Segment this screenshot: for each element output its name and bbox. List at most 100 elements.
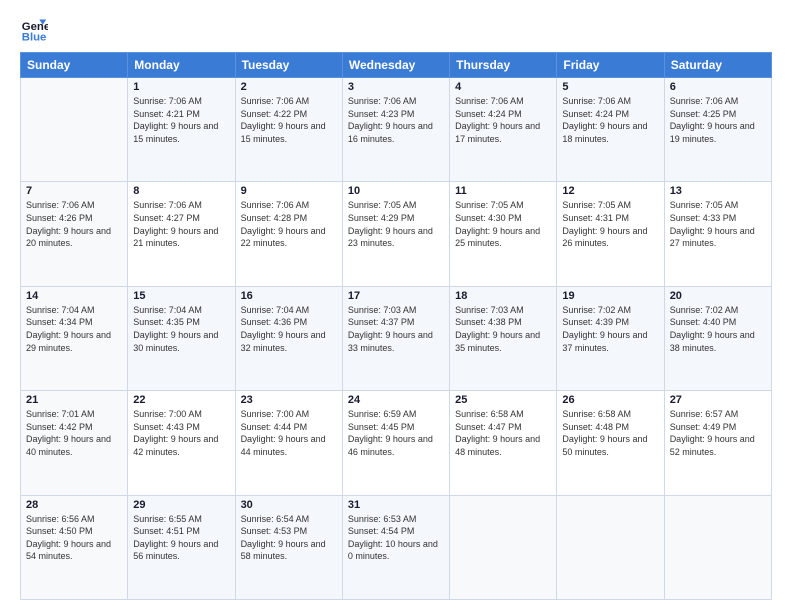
day-number: 20 bbox=[670, 290, 766, 302]
calendar-cell: 13 Sunrise: 7:05 AMSunset: 4:33 PMDayligh… bbox=[664, 182, 771, 286]
calendar-page: General Blue SundayMondayTuesdayWednesda… bbox=[0, 0, 792, 612]
day-number: 8 bbox=[133, 185, 229, 197]
calendar-cell: 14 Sunrise: 7:04 AMSunset: 4:34 PMDayligh… bbox=[21, 286, 128, 390]
calendar-cell bbox=[664, 495, 771, 599]
weekday-header-thursday: Thursday bbox=[450, 53, 557, 78]
day-number: 31 bbox=[348, 499, 444, 511]
calendar-cell: 20Sunrise: 7:02 AMSunset: 4:40 PMDayligh… bbox=[664, 286, 771, 390]
weekday-header-wednesday: Wednesday bbox=[342, 53, 449, 78]
day-number: 7 bbox=[26, 185, 122, 197]
calendar-cell: 8 Sunrise: 7:06 AMSunset: 4:27 PMDaylight… bbox=[128, 182, 235, 286]
day-number: 26 bbox=[562, 394, 658, 406]
day-info: Sunrise: 6:59 AMSunset: 4:45 PMDaylight:… bbox=[348, 408, 444, 458]
calendar-cell: 6Sunrise: 7:06 AMSunset: 4:25 PMDaylight… bbox=[664, 78, 771, 182]
day-info: Sunrise: 6:55 AMSunset: 4:51 PMDaylight:… bbox=[133, 513, 229, 563]
day-number: 9 bbox=[241, 185, 337, 197]
day-info: Sunrise: 7:05 AMSunset: 4:33 PMDaylight:… bbox=[670, 199, 766, 249]
calendar-cell bbox=[450, 495, 557, 599]
calendar-cell: 26 Sunrise: 6:58 AMSunset: 4:48 PMDayligh… bbox=[557, 391, 664, 495]
calendar-cell: 31 Sunrise: 6:53 AMSunset: 4:54 PMDayligh… bbox=[342, 495, 449, 599]
day-number: 23 bbox=[241, 394, 337, 406]
day-info: Sunrise: 7:00 AMSunset: 4:44 PMDaylight:… bbox=[241, 408, 337, 458]
week-row-1: 1Sunrise: 7:06 AMSunset: 4:21 PMDaylight… bbox=[21, 78, 772, 182]
day-info: Sunrise: 6:53 AMSunset: 4:54 PMDaylight:… bbox=[348, 513, 444, 563]
day-info: Sunrise: 7:06 AMSunset: 4:26 PMDaylight:… bbox=[26, 199, 122, 249]
day-number: 12 bbox=[562, 185, 658, 197]
day-number: 24 bbox=[348, 394, 444, 406]
weekday-header-sunday: Sunday bbox=[21, 53, 128, 78]
day-info: Sunrise: 7:05 AMSunset: 4:29 PMDaylight:… bbox=[348, 199, 444, 249]
day-info: Sunrise: 7:06 AMSunset: 4:24 PMDaylight:… bbox=[562, 95, 658, 145]
day-info: Sunrise: 6:54 AMSunset: 4:53 PMDaylight:… bbox=[241, 513, 337, 563]
day-number: 16 bbox=[241, 290, 337, 302]
logo: General Blue bbox=[20, 16, 52, 44]
day-info: Sunrise: 7:04 AMSunset: 4:36 PMDaylight:… bbox=[241, 304, 337, 354]
week-row-4: 21 Sunrise: 7:01 AMSunset: 4:42 PMDayligh… bbox=[21, 391, 772, 495]
weekday-header-monday: Monday bbox=[128, 53, 235, 78]
calendar-cell: 25Sunrise: 6:58 AMSunset: 4:47 PMDayligh… bbox=[450, 391, 557, 495]
day-number: 22 bbox=[133, 394, 229, 406]
calendar-cell: 7 Sunrise: 7:06 AMSunset: 4:26 PMDaylight… bbox=[21, 182, 128, 286]
day-number: 15 bbox=[133, 290, 229, 302]
day-number: 6 bbox=[670, 81, 766, 93]
calendar-cell: 16 Sunrise: 7:04 AMSunset: 4:36 PMDayligh… bbox=[235, 286, 342, 390]
weekday-header-friday: Friday bbox=[557, 53, 664, 78]
day-number: 10 bbox=[348, 185, 444, 197]
header: General Blue bbox=[20, 16, 772, 44]
calendar-table: SundayMondayTuesdayWednesdayThursdayFrid… bbox=[20, 52, 772, 600]
day-number: 14 bbox=[26, 290, 122, 302]
weekday-header-saturday: Saturday bbox=[664, 53, 771, 78]
calendar-cell bbox=[557, 495, 664, 599]
day-info: Sunrise: 7:05 AMSunset: 4:30 PMDaylight:… bbox=[455, 199, 551, 249]
day-number: 2 bbox=[241, 81, 337, 93]
day-info: Sunrise: 7:06 AMSunset: 4:24 PMDaylight:… bbox=[455, 95, 551, 145]
svg-text:Blue: Blue bbox=[22, 32, 47, 44]
day-info: Sunrise: 6:58 AMSunset: 4:48 PMDaylight:… bbox=[562, 408, 658, 458]
day-number: 25 bbox=[455, 394, 551, 406]
day-number: 1 bbox=[133, 81, 229, 93]
calendar-cell: 12 Sunrise: 7:05 AMSunset: 4:31 PMDayligh… bbox=[557, 182, 664, 286]
calendar-cell: 23 Sunrise: 7:00 AMSunset: 4:44 PMDayligh… bbox=[235, 391, 342, 495]
calendar-cell: 30Sunrise: 6:54 AMSunset: 4:53 PMDayligh… bbox=[235, 495, 342, 599]
day-info: Sunrise: 7:03 AMSunset: 4:37 PMDaylight:… bbox=[348, 304, 444, 354]
calendar-cell: 4 Sunrise: 7:06 AMSunset: 4:24 PMDaylight… bbox=[450, 78, 557, 182]
calendar-cell: 10 Sunrise: 7:05 AMSunset: 4:29 PMDayligh… bbox=[342, 182, 449, 286]
calendar-cell: 18Sunrise: 7:03 AMSunset: 4:38 PMDayligh… bbox=[450, 286, 557, 390]
day-info: Sunrise: 7:03 AMSunset: 4:38 PMDaylight:… bbox=[455, 304, 551, 354]
calendar-cell: 5 Sunrise: 7:06 AMSunset: 4:24 PMDaylight… bbox=[557, 78, 664, 182]
day-number: 3 bbox=[348, 81, 444, 93]
day-info: Sunrise: 7:04 AMSunset: 4:35 PMDaylight:… bbox=[133, 304, 229, 354]
day-number: 27 bbox=[670, 394, 766, 406]
calendar-cell: 15 Sunrise: 7:04 AMSunset: 4:35 PMDayligh… bbox=[128, 286, 235, 390]
day-info: Sunrise: 7:06 AMSunset: 4:22 PMDaylight:… bbox=[241, 95, 337, 145]
logo-icon: General Blue bbox=[20, 16, 48, 44]
calendar-cell: 21 Sunrise: 7:01 AMSunset: 4:42 PMDayligh… bbox=[21, 391, 128, 495]
calendar-cell: 22Sunrise: 7:00 AMSunset: 4:43 PMDayligh… bbox=[128, 391, 235, 495]
weekday-header-tuesday: Tuesday bbox=[235, 53, 342, 78]
calendar-cell: 19Sunrise: 7:02 AMSunset: 4:39 PMDayligh… bbox=[557, 286, 664, 390]
calendar-cell: 1Sunrise: 7:06 AMSunset: 4:21 PMDaylight… bbox=[128, 78, 235, 182]
week-row-5: 28Sunrise: 6:56 AMSunset: 4:50 PMDayligh… bbox=[21, 495, 772, 599]
day-info: Sunrise: 7:02 AMSunset: 4:39 PMDaylight:… bbox=[562, 304, 658, 354]
day-info: Sunrise: 7:06 AMSunset: 4:23 PMDaylight:… bbox=[348, 95, 444, 145]
weekday-header-row: SundayMondayTuesdayWednesdayThursdayFrid… bbox=[21, 53, 772, 78]
day-number: 11 bbox=[455, 185, 551, 197]
day-number: 21 bbox=[26, 394, 122, 406]
day-number: 13 bbox=[670, 185, 766, 197]
day-info: Sunrise: 7:04 AMSunset: 4:34 PMDaylight:… bbox=[26, 304, 122, 354]
week-row-2: 7 Sunrise: 7:06 AMSunset: 4:26 PMDaylight… bbox=[21, 182, 772, 286]
day-number: 17 bbox=[348, 290, 444, 302]
calendar-cell: 27 Sunrise: 6:57 AMSunset: 4:49 PMDayligh… bbox=[664, 391, 771, 495]
calendar-cell: 11 Sunrise: 7:05 AMSunset: 4:30 PMDayligh… bbox=[450, 182, 557, 286]
day-number: 5 bbox=[562, 81, 658, 93]
day-info: Sunrise: 7:06 AMSunset: 4:27 PMDaylight:… bbox=[133, 199, 229, 249]
day-number: 4 bbox=[455, 81, 551, 93]
day-info: Sunrise: 7:05 AMSunset: 4:31 PMDaylight:… bbox=[562, 199, 658, 249]
calendar-cell: 9Sunrise: 7:06 AMSunset: 4:28 PMDaylight… bbox=[235, 182, 342, 286]
day-info: Sunrise: 6:56 AMSunset: 4:50 PMDaylight:… bbox=[26, 513, 122, 563]
day-info: Sunrise: 7:01 AMSunset: 4:42 PMDaylight:… bbox=[26, 408, 122, 458]
calendar-cell: 3 Sunrise: 7:06 AMSunset: 4:23 PMDaylight… bbox=[342, 78, 449, 182]
calendar-cell: 29Sunrise: 6:55 AMSunset: 4:51 PMDayligh… bbox=[128, 495, 235, 599]
day-info: Sunrise: 6:57 AMSunset: 4:49 PMDaylight:… bbox=[670, 408, 766, 458]
calendar-cell bbox=[21, 78, 128, 182]
